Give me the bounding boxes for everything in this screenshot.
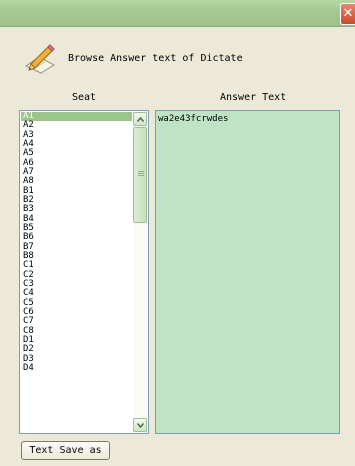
scroll-thumb[interactable] <box>133 127 147 223</box>
seat-list-item[interactable]: C7 <box>21 316 132 326</box>
seat-list-item[interactable]: C1 <box>21 260 132 270</box>
seat-items: A1 A2 A3 A4 A5 A6 A7 A8 B1 B2 B3 B4 B5 B6 B7 B8 C1 C2 C3 C4… <box>21 111 132 373</box>
text-save-as-button[interactable]: Text Save as <box>21 441 110 460</box>
seat-list-item[interactable]: B7 <box>21 242 132 252</box>
close-icon: ✕ <box>342 6 354 21</box>
seat-list-item[interactable]: A4 <box>21 139 132 149</box>
dialog-header: Browse Answer text of Dictate <box>0 36 355 80</box>
seat-list-item[interactable]: C4 <box>21 288 132 298</box>
seat-list-item[interactable]: A6 <box>21 158 132 168</box>
answer-text-area[interactable]: wa2e43fcrwdes <box>155 110 340 434</box>
dialog-title: Browse Answer text of Dictate <box>68 53 243 64</box>
chevron-up-icon <box>137 117 144 122</box>
seat-list-item[interactable]: C5 <box>21 298 132 308</box>
seat-list-item[interactable]: D3 <box>21 354 132 364</box>
seat-list-item[interactable]: A7 <box>21 167 132 177</box>
seat-list-item[interactable]: D2 <box>21 344 132 354</box>
seat-list-item[interactable]: A1 <box>21 111 132 122</box>
chevron-down-icon <box>137 423 144 428</box>
seat-list-item[interactable]: B4 <box>21 214 132 224</box>
seat-column-header: Seat <box>72 92 97 103</box>
answer-column-header: Answer Text <box>220 92 287 103</box>
pencil-paper-icon <box>23 44 57 74</box>
seat-list-item[interactable]: A5 <box>21 148 132 158</box>
seat-list-item[interactable]: B5 <box>21 223 132 233</box>
grip-icon <box>138 171 144 179</box>
seat-list-item[interactable]: C8 <box>21 326 132 336</box>
seat-list-item[interactable]: B8 <box>21 251 132 261</box>
seat-list-item[interactable]: A8 <box>21 176 132 186</box>
seat-list-item[interactable]: C6 <box>21 307 132 317</box>
seat-list-item[interactable]: B1 <box>21 186 132 196</box>
seat-list-item[interactable]: D4 <box>21 363 132 373</box>
seat-list-item[interactable]: A2 <box>21 120 132 130</box>
seat-list-item[interactable]: A3 <box>21 130 132 140</box>
close-button[interactable]: ✕ <box>340 3 355 25</box>
title-bar[interactable]: ✕ <box>0 0 355 27</box>
seat-list-item[interactable]: C2 <box>21 270 132 280</box>
seat-listbox[interactable]: A1 A2 A3 A4 A5 A6 A7 A8 B1 B2 B3 B4 B5 B6 B7 B8 C1 C2 C3 C4… <box>19 110 149 434</box>
scroll-down-button[interactable] <box>133 418 147 432</box>
scroll-up-button[interactable] <box>133 112 147 126</box>
seat-list-item[interactable]: B2 <box>21 195 132 205</box>
seat-list-item[interactable]: C3 <box>21 279 132 289</box>
seat-list-item[interactable]: B3 <box>21 204 132 214</box>
seat-list-item[interactable]: D1 <box>21 335 132 345</box>
seat-list-scrollbar[interactable] <box>133 112 147 432</box>
seat-list-item[interactable]: B6 <box>21 232 132 242</box>
